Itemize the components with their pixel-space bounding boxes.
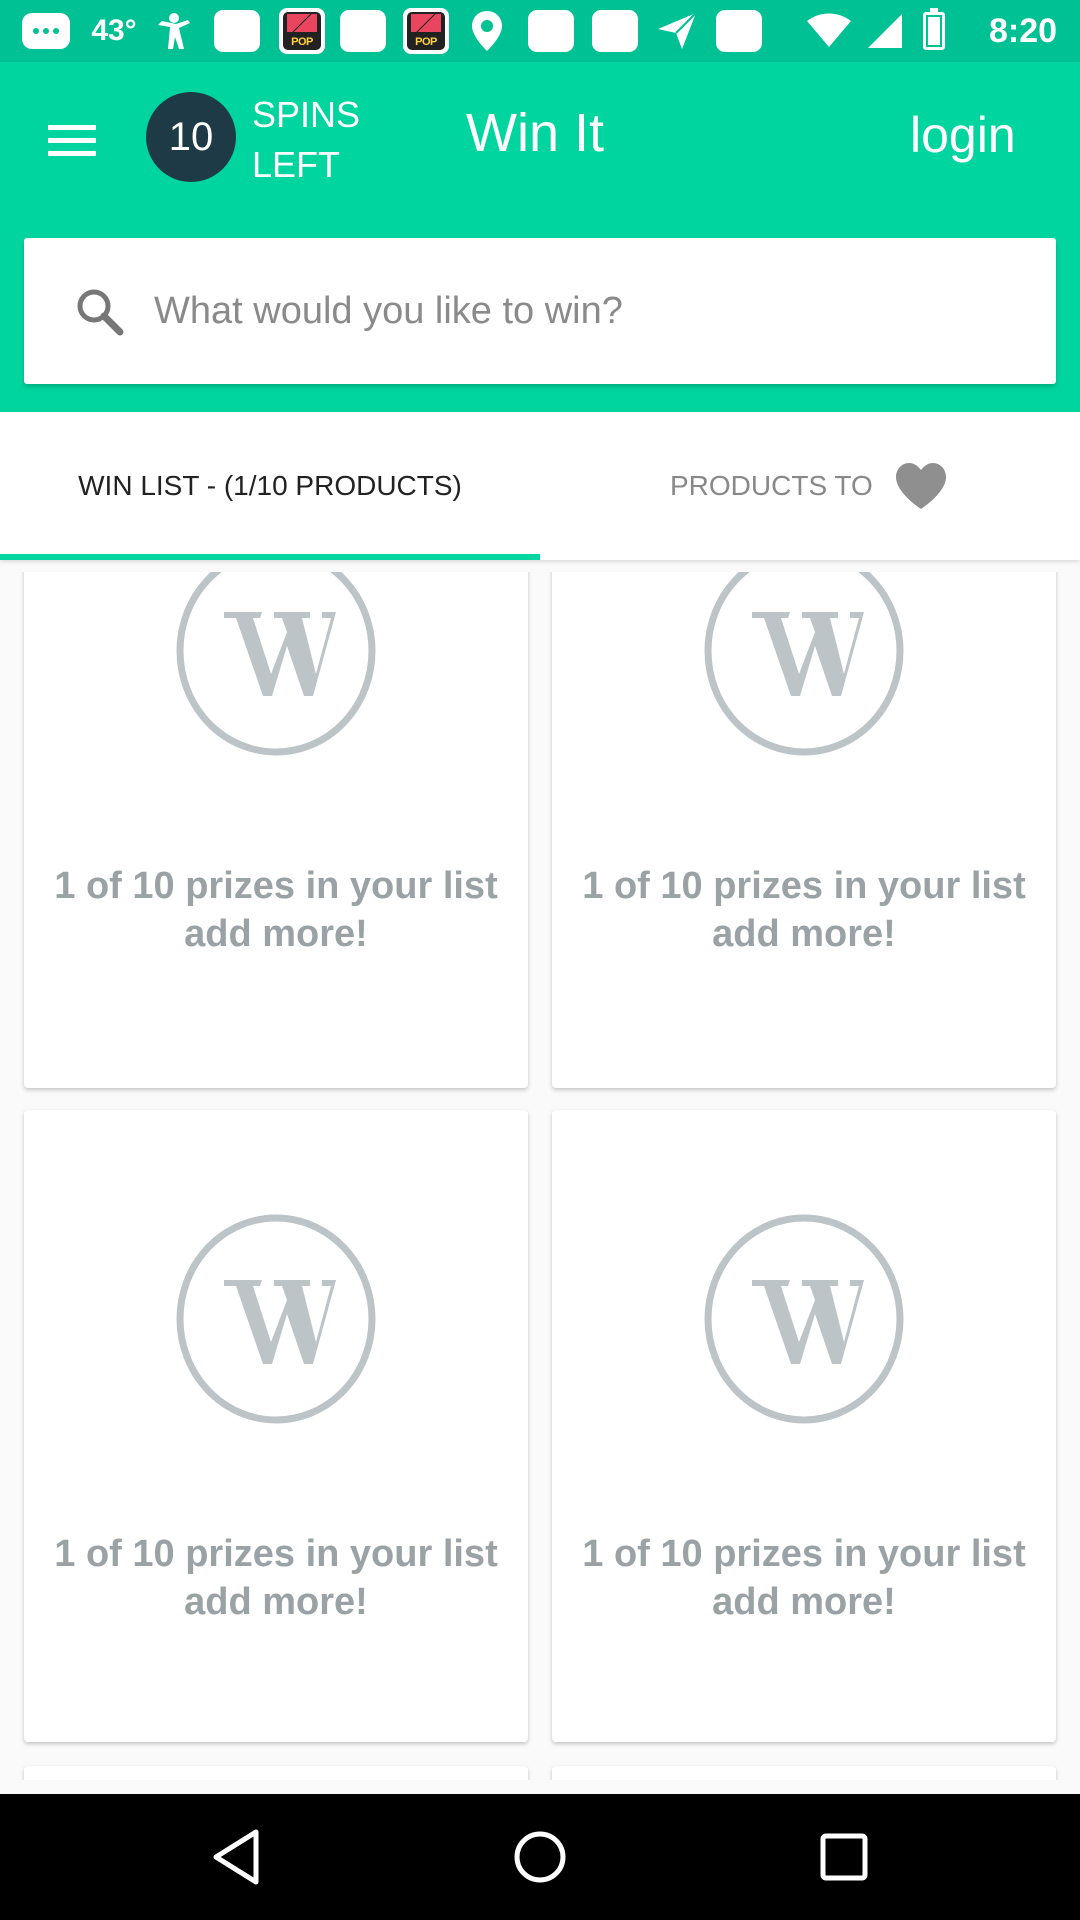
back-icon[interactable] [166,1794,306,1920]
search-bar[interactable] [24,238,1056,384]
recents-icon[interactable] [774,1794,914,1920]
location-pin-icon [464,0,510,62]
signal-icon [862,0,908,62]
app-square-icon [212,0,262,62]
figure-icon [152,0,196,62]
battery-icon [918,0,950,62]
spins-count-badge: 10 [146,92,236,182]
app-square-icon [714,0,764,62]
prize-card[interactable]: 1 of 10 prizes in your list add more! [552,1110,1056,1742]
send-icon [652,0,702,62]
spins-left-label: SPINS LEFT [252,94,361,185]
login-button[interactable]: login [910,106,1016,164]
pop-app-icon: POP [276,0,328,62]
tab-win-list[interactable]: WIN LIST - (1/10 PRODUCTS) [0,412,540,560]
pop-app-icon: POP [400,0,452,62]
tab-win-list-label: WIN LIST - (1/10 PRODUCTS) [78,470,462,501]
tab-products-to-label: PRODUCTS TO [670,470,873,501]
clock-time: 8:20 [988,11,1058,50]
prize-card[interactable]: 1 of 10 prizes in your list add more! [552,572,1056,1088]
search-input[interactable] [154,268,1014,354]
wifi-icon [804,0,854,62]
prize-card-partial[interactable] [552,1766,1056,1780]
hamburger-menu-icon[interactable] [40,108,104,172]
prize-card-caption: 1 of 10 prizes in your list add more! [582,1533,1026,1623]
prize-card-caption: 1 of 10 prizes in your list add more! [54,1533,498,1623]
w-logo-icon [704,572,904,756]
prize-card[interactable]: 1 of 10 prizes in your list add more! [24,1110,528,1742]
w-logo-icon [704,1214,904,1424]
app-square-icon [590,0,640,62]
messages-icon [20,0,72,62]
prize-card-caption: 1 of 10 prizes in your list add more! [54,865,498,955]
app-square-icon [526,0,576,62]
w-logo-icon [176,572,376,756]
w-logo-icon [176,1214,376,1424]
win-list-grid: 1 of 10 prizes in your list add more! 1 … [0,572,1080,1780]
app-square-icon [338,0,388,62]
system-nav-bar [0,1794,1080,1920]
search-icon [77,289,124,336]
status-bar: 43° POP POP 8:20 [0,0,1080,62]
tab-selected-indicator [0,554,540,560]
prize-card-partial[interactable] [24,1766,528,1780]
prize-card-caption: 1 of 10 prizes in your list add more! [582,865,1026,955]
app-title: Win It [466,103,605,163]
tab-products-to[interactable]: PRODUCTS TO [540,412,1080,560]
temperature-text: 43° [91,14,137,47]
home-icon[interactable] [470,1794,610,1920]
prize-card[interactable]: 1 of 10 prizes in your list add more! [24,572,528,1088]
app-bar: 10 SPINS LEFT Win It login [0,62,1080,412]
tab-bar: WIN LIST - (1/10 PRODUCTS) PRODUCTS TO [0,412,1080,560]
heart-icon [895,463,946,509]
